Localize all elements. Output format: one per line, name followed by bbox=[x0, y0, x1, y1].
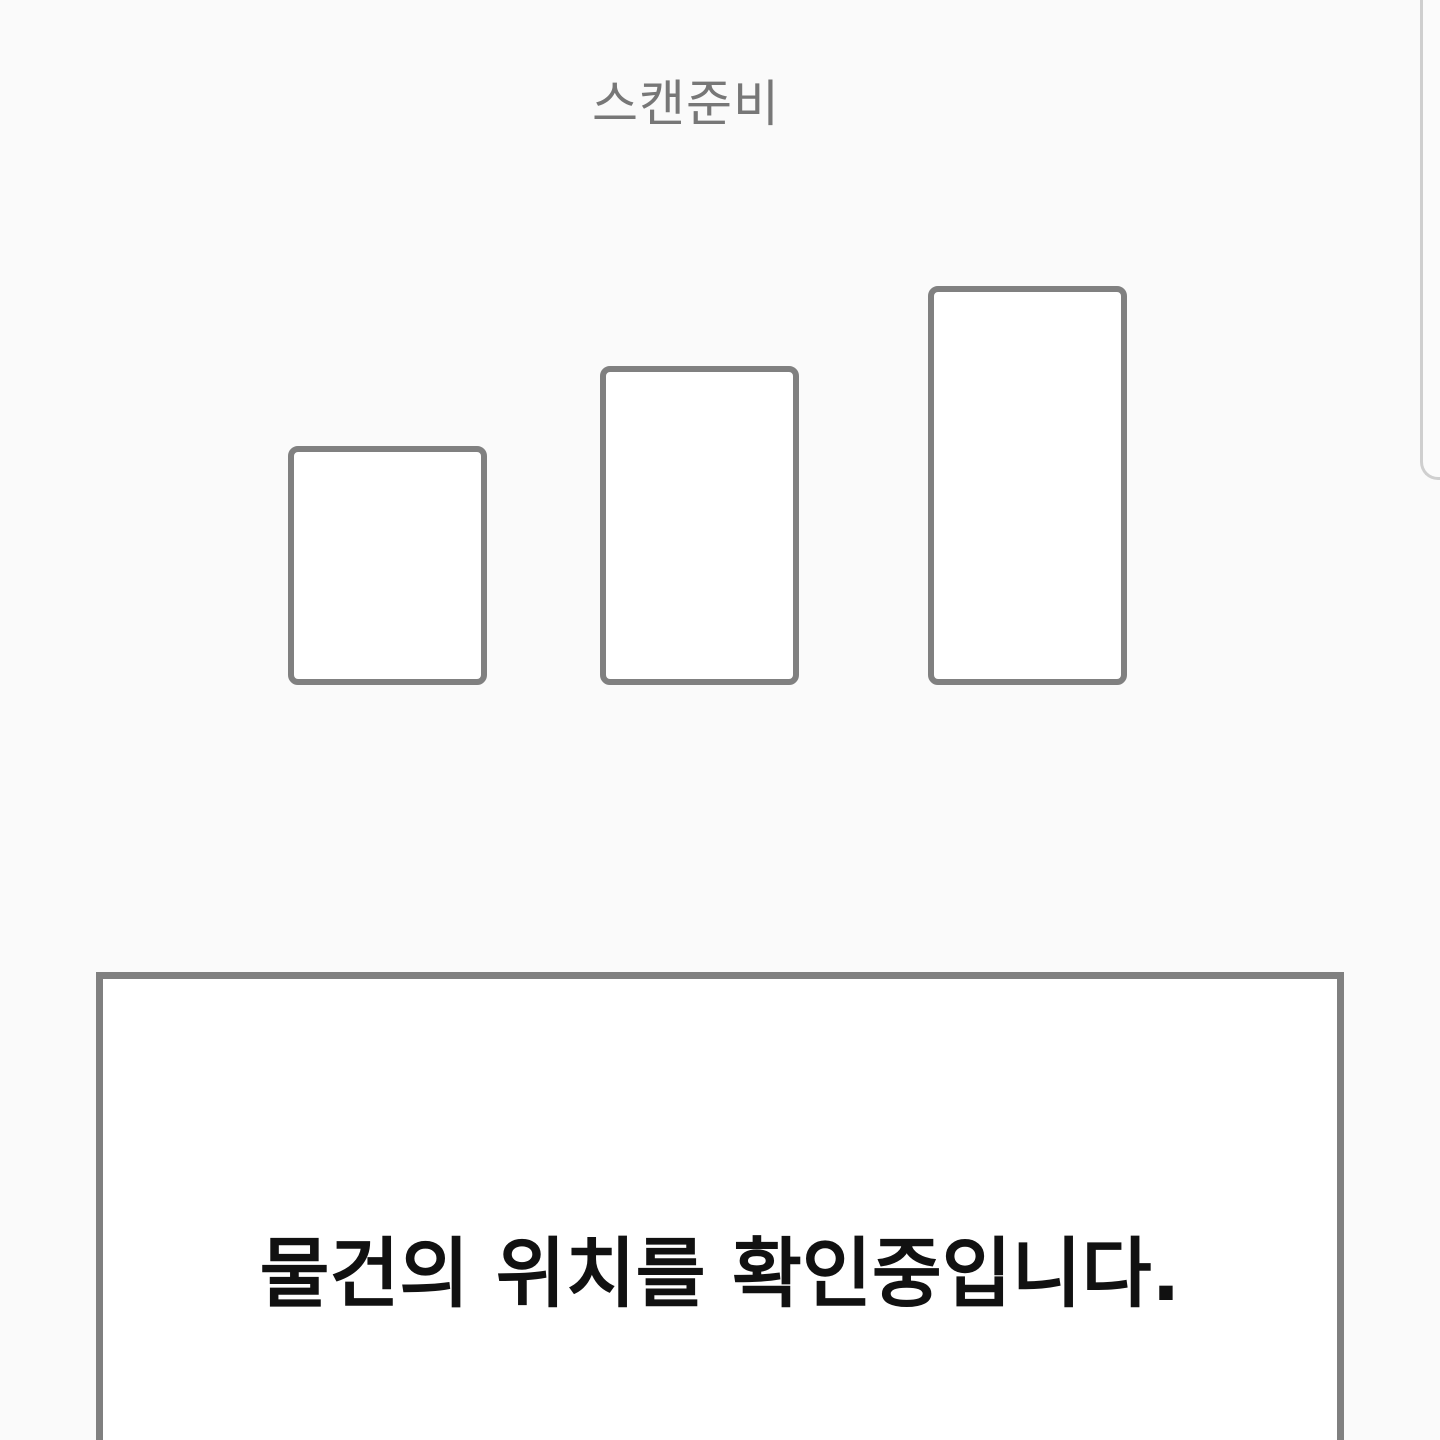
page-title: 스캔준비 bbox=[592, 75, 780, 133]
scan-screen: 스캔준비 물건의 위치를 확인중입니다. bbox=[0, 0, 1440, 1440]
level-box-small bbox=[288, 446, 487, 685]
level-box-medium bbox=[600, 366, 799, 685]
status-message: 물건의 위치를 확인중입니다. bbox=[259, 1229, 1181, 1318]
level-box-large bbox=[928, 286, 1127, 685]
status-panel bbox=[96, 972, 1344, 1440]
scrollbar-edge[interactable] bbox=[1420, 0, 1440, 480]
